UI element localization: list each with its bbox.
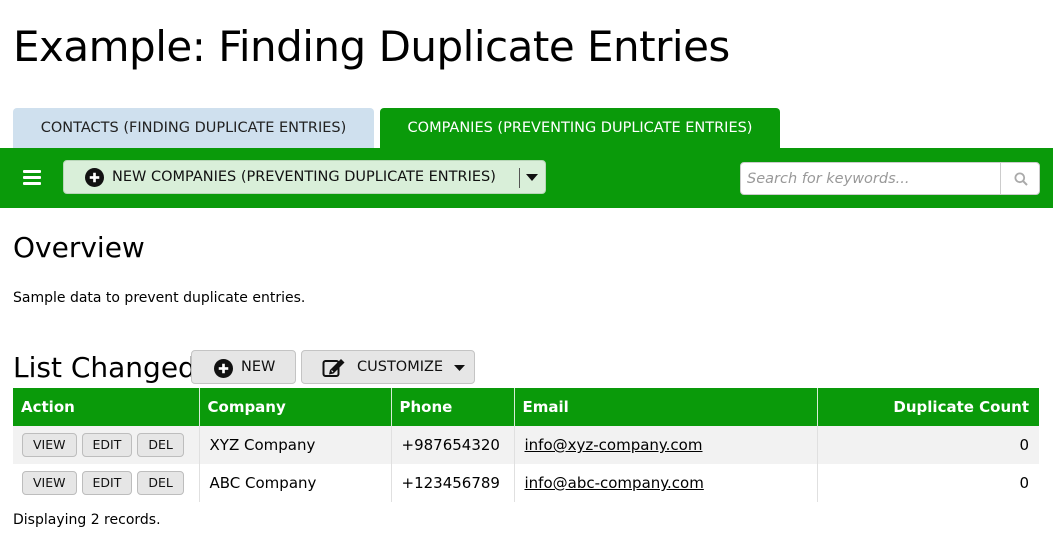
table-row: VIEW EDIT DEL ABC Company +123456789 info@… bbox=[13, 464, 1039, 502]
email-cell: info@abc-company.com bbox=[514, 464, 818, 502]
company-cell: XYZ Company bbox=[199, 426, 392, 464]
hamburger-menu-icon[interactable] bbox=[23, 170, 41, 186]
view-button[interactable]: VIEW bbox=[22, 433, 77, 457]
tab-companies[interactable]: COMPANIES (PREVENTING DUPLICATE ENTRIES) bbox=[380, 108, 780, 148]
column-header-company: Company bbox=[199, 388, 392, 426]
edit-button[interactable]: EDIT bbox=[81, 433, 133, 457]
new-button[interactable]: NEW bbox=[191, 350, 296, 384]
customize-button[interactable]: CUSTOMIZE bbox=[301, 350, 475, 384]
delete-button[interactable]: DEL bbox=[137, 433, 184, 457]
magnifier-icon bbox=[1014, 172, 1028, 186]
column-header-action: Action bbox=[13, 388, 200, 426]
column-header-phone: Phone bbox=[391, 388, 515, 426]
new-companies-label: NEW COMPANIES (PREVENTING DUPLICATE ENTR… bbox=[112, 169, 496, 185]
email-cell: info@xyz-company.com bbox=[514, 426, 818, 464]
phone-cell: +123456789 bbox=[391, 464, 515, 502]
plus-circle-icon bbox=[85, 168, 104, 187]
tab-contacts[interactable]: CONTACTS (FINDING DUPLICATE ENTRIES) bbox=[13, 108, 374, 148]
duplicate-count-cell: 0 bbox=[817, 426, 1039, 464]
customize-button-label: CUSTOMIZE bbox=[357, 359, 444, 375]
table-row: VIEW EDIT DEL XYZ Company +987654320 info@… bbox=[13, 426, 1039, 464]
column-header-email: Email bbox=[514, 388, 818, 426]
button-divider bbox=[519, 168, 520, 188]
search-button[interactable] bbox=[1000, 163, 1040, 194]
delete-button[interactable]: DEL bbox=[137, 471, 184, 495]
column-header-duplicate-count: Duplicate Count bbox=[817, 388, 1039, 426]
caret-down-icon[interactable] bbox=[526, 174, 538, 181]
page-title: Example: Finding Duplicate Entries bbox=[13, 22, 730, 71]
overview-title: Overview bbox=[13, 231, 145, 264]
action-cell: VIEW EDIT DEL bbox=[13, 426, 200, 464]
record-count: Displaying 2 records. bbox=[13, 512, 161, 528]
company-cell: ABC Company bbox=[199, 464, 392, 502]
view-button[interactable]: VIEW bbox=[22, 471, 77, 495]
action-cell: VIEW EDIT DEL bbox=[13, 464, 200, 502]
duplicate-count-cell: 0 bbox=[817, 464, 1039, 502]
search-box bbox=[740, 162, 1040, 195]
new-companies-button[interactable]: NEW COMPANIES (PREVENTING DUPLICATE ENTR… bbox=[63, 160, 546, 194]
phone-cell: +987654320 bbox=[391, 426, 515, 464]
new-button-label: NEW bbox=[241, 359, 276, 375]
plus-circle-icon bbox=[214, 359, 233, 378]
search-input[interactable] bbox=[741, 163, 999, 194]
overview-description: Sample data to prevent duplicate entries… bbox=[13, 290, 306, 306]
edit-icon bbox=[322, 359, 345, 377]
companies-table: Action Company Phone Email Duplicate Cou… bbox=[13, 388, 1039, 502]
email-link[interactable]: info@xyz-company.com bbox=[525, 436, 703, 454]
email-link[interactable]: info@abc-company.com bbox=[525, 474, 704, 492]
table-header-row: Action Company Phone Email Duplicate Cou… bbox=[13, 388, 1039, 426]
edit-button[interactable]: EDIT bbox=[81, 471, 133, 495]
caret-down-icon bbox=[454, 365, 465, 371]
list-title: List Changed bbox=[13, 351, 196, 384]
